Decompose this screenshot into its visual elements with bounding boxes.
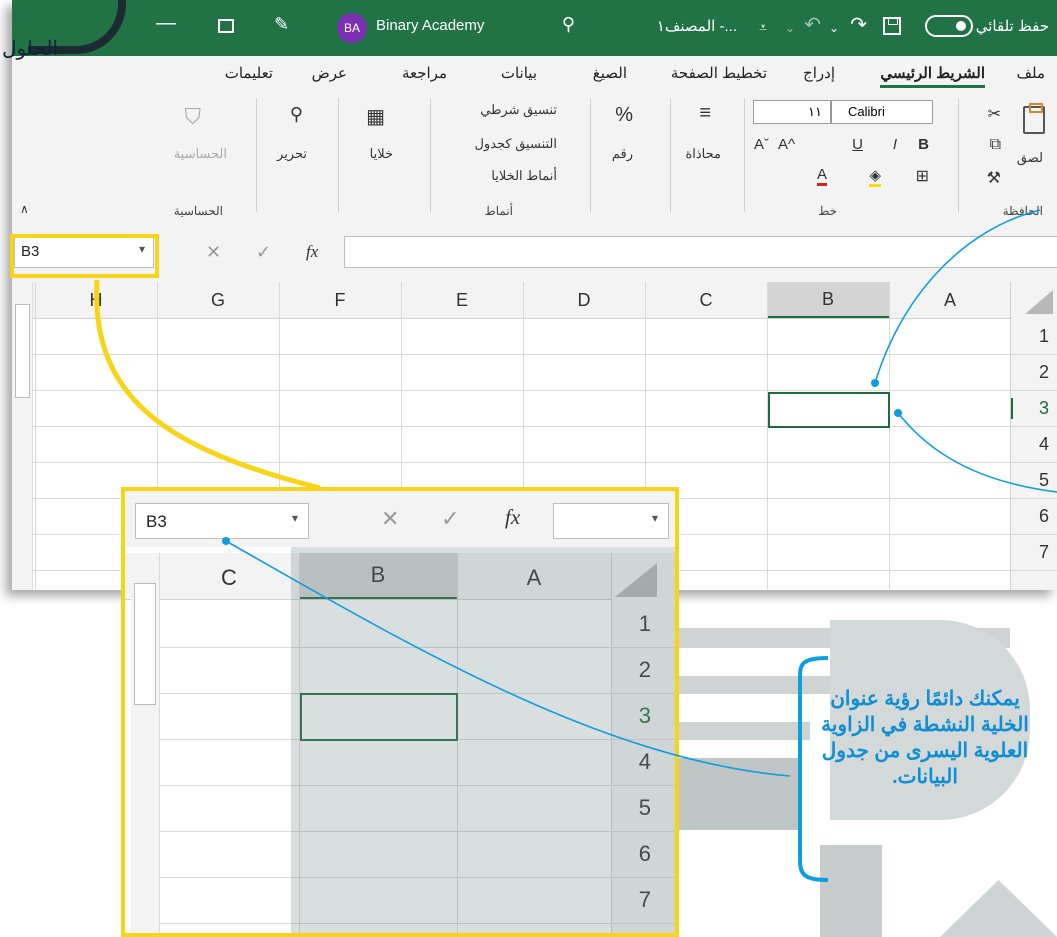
callout-text: يمكنك دائمًا رؤية عنوان الخلية النشطة في… — [821, 688, 1029, 788]
logo-text: الحلول — [2, 38, 59, 60]
callout-lines — [222, 209, 1057, 882]
logo: الحلول — [0, 0, 140, 80]
